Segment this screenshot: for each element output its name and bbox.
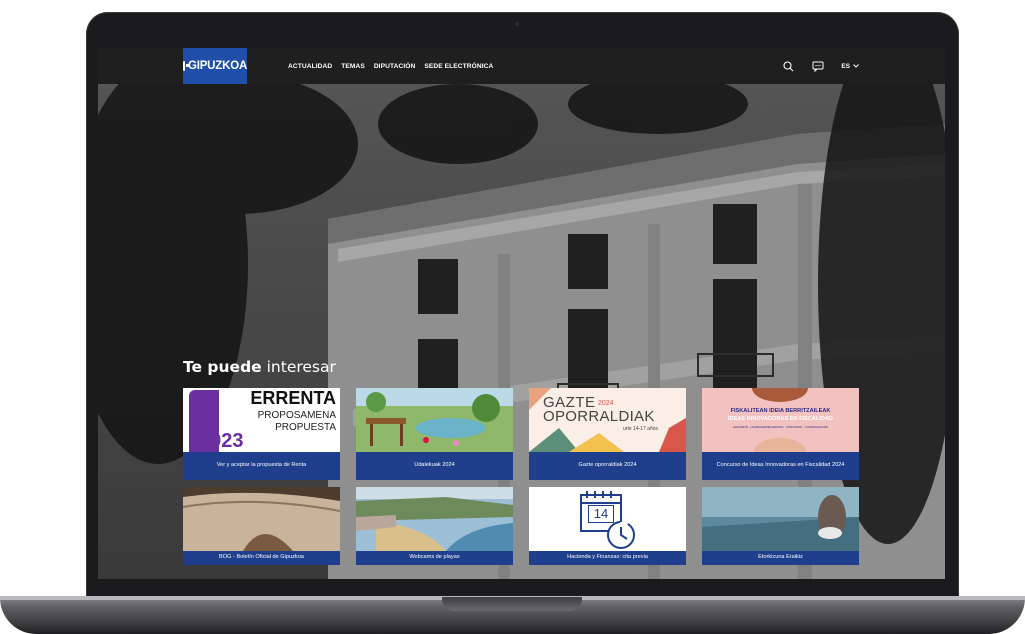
laptop-notch xyxy=(442,597,582,611)
page: GIPUZKOA ACTUALIDAD TEMAS DIPUTACIÓN SED… xyxy=(0,0,1025,634)
card-caption: Udalekuak 2024 xyxy=(356,452,513,480)
chat-icon[interactable] xyxy=(811,59,825,73)
renta-line2: PROPOSAMENA xyxy=(257,410,336,421)
logo-text: GIPUZKOA xyxy=(187,60,248,72)
card-caption: Webcams de playas xyxy=(356,551,513,565)
card-image xyxy=(356,487,513,551)
calendar-day: 14 xyxy=(588,505,614,523)
ideas-line1: FISKALITEAN IDEIA BERRITZAILEAK xyxy=(730,408,831,414)
renta-line3: PROPUESTA xyxy=(275,422,336,433)
nav-tools: ES xyxy=(781,48,859,84)
card-image: ERRENTA PROPOSAMENA PROPUESTA 2023 xyxy=(183,388,340,452)
gazte-year: 2024 xyxy=(598,400,614,407)
card-caption: BOG - Boletín Oficial de Gipuzkoa xyxy=(183,551,340,565)
shield-icon xyxy=(182,61,189,71)
card-caption: Gazte oporraldiak 2024 xyxy=(529,452,686,480)
ideas-line3: LEHIAKETA · LAURAGARREN EDIZIOA · CONCUR… xyxy=(732,425,829,429)
card-image: FISKALITEAN IDEIA BERRITZAILEAK IDEAS IN… xyxy=(702,388,859,452)
card-image xyxy=(356,388,513,452)
menu-item-actualidad[interactable]: ACTUALIDAD xyxy=(288,63,332,70)
card-image xyxy=(702,487,859,551)
language-label: ES xyxy=(841,62,850,70)
renta-line1: ERRENTA xyxy=(250,388,336,408)
card-image xyxy=(183,487,340,551)
search-icon[interactable] xyxy=(781,59,795,73)
language-selector[interactable]: ES xyxy=(841,63,859,70)
menu-item-temas[interactable]: TEMAS xyxy=(341,63,365,70)
card-caption: Hacienda y Finanzas: cita previa xyxy=(529,551,686,565)
ideas-line2: IDEAS INNOVADORAS EN FISCALIDAD xyxy=(728,416,833,422)
card-caption: Ver y aceptar la propuesta de Renta xyxy=(183,452,340,480)
section-title-light: interesar xyxy=(266,358,336,376)
laptop-screen: GIPUZKOA ACTUALIDAD TEMAS DIPUTACIÓN SED… xyxy=(98,48,945,579)
camera xyxy=(515,22,519,26)
gazte-line2: OPORRALDIAK xyxy=(543,408,655,425)
section-title: Te puede interesar xyxy=(183,358,336,376)
card-caption: Concurso de Ideas Innovadoras en Fiscali… xyxy=(702,452,859,480)
menu-item-diputacion[interactable]: DIPUTACIÓN xyxy=(374,63,416,70)
main-menu: ACTUALIDAD TEMAS DIPUTACIÓN SEDE ELECTRÓ… xyxy=(288,48,493,84)
gazte-sub: urte 14-17 años xyxy=(623,426,659,432)
card-image: GAZTE 2024 OPORRALDIAK urte 14-17 años xyxy=(529,388,686,452)
gipuzkoa-logo[interactable]: GIPUZKOA xyxy=(182,48,248,84)
card-image: 14 xyxy=(529,487,686,551)
renta-year: 2023 xyxy=(199,430,244,452)
card-caption: Etorkizuna Eraikiz xyxy=(702,551,859,565)
chevron-down-icon xyxy=(853,64,859,68)
menu-item-sede-electronica[interactable]: SEDE ELECTRÓNICA xyxy=(424,63,493,70)
section-title-bold: Te puede xyxy=(183,358,262,376)
top-navbar: GIPUZKOA ACTUALIDAD TEMAS DIPUTACIÓN SED… xyxy=(98,48,945,84)
